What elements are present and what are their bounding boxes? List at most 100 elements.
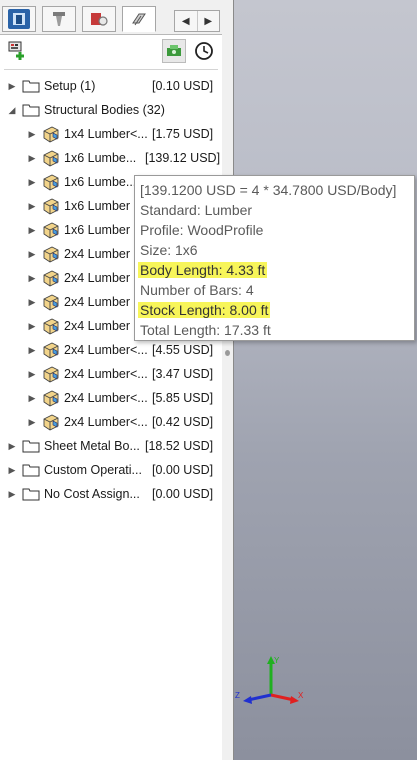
tree-item-body[interactable]: ▶ 2x4 Lumber<... <box>26 338 148 362</box>
panel-splitter[interactable] <box>222 0 234 760</box>
tooltip-line-number-of-bars: Number of Bars: 4 <box>140 280 409 300</box>
expand-arrow-icon[interactable]: ▶ <box>26 393 38 404</box>
triad-z-arrow <box>243 696 252 704</box>
tab-scroll-buttons: ◀ ▶ <box>174 10 220 32</box>
tree-item-body[interactable]: ▶ 1x6 Lumbe... <box>26 146 136 170</box>
tree-item-label: 1x6 Lumbe... <box>64 175 137 189</box>
body-cost-tooltip: [139.1200 USD = 4 * 34.7800 USD/Body] St… <box>134 175 415 341</box>
tree-item-body[interactable]: ▶ 2x4 Lumber <box>26 266 130 290</box>
tooltip-text: Standard: Lumber <box>140 202 253 218</box>
expand-arrow-icon[interactable]: ▶ <box>26 153 38 164</box>
property-manager-tab[interactable] <box>42 6 76 32</box>
configuration-manager-icon <box>88 9 110 29</box>
tree-item-label: 1x6 Lumbe... <box>64 151 137 165</box>
splitter-grip[interactable] <box>225 350 230 356</box>
tree-item-structural-bodies[interactable]: ◢ Structural Bodies (32) <box>6 98 165 122</box>
expand-arrow-icon[interactable]: ▶ <box>26 273 38 284</box>
structural-body-icon <box>42 365 60 383</box>
tree-item-label: 2x4 Lumber <box>64 247 131 261</box>
expand-arrow-icon[interactable]: ▶ <box>6 465 18 476</box>
collapse-arrow-icon[interactable]: ◢ <box>6 105 18 116</box>
tree-item-body[interactable]: ▶ 2x4 Lumber <box>26 290 130 314</box>
tree-item-body[interactable]: ▶ 2x4 Lumber<... <box>26 410 148 434</box>
tooltip-text-highlighted: Body Length: 4.33 ft <box>138 262 268 278</box>
tree-item-body[interactable]: ▶ 2x4 Lumber <box>26 242 130 266</box>
tree-item-body[interactable]: ▶ 1x6 Lumber <box>26 194 130 218</box>
expand-arrow-icon[interactable]: ▶ <box>26 177 38 188</box>
triad-z-label: Z <box>235 691 240 700</box>
expand-arrow-icon[interactable]: ▶ <box>26 201 38 212</box>
expand-arrow-icon[interactable]: ▶ <box>26 297 38 308</box>
tooltip-text: Number of Bars: 4 <box>140 282 254 298</box>
tooltip-line-total-length: Total Length: 17.33 ft <box>140 320 409 340</box>
feature-manager-tab[interactable] <box>2 6 36 32</box>
tooltip-text: Total Length: 17.33 ft <box>140 322 271 338</box>
triad-x-label: X <box>298 691 304 700</box>
graphics-viewport[interactable] <box>233 0 417 760</box>
tree-item-custom-operations[interactable]: ▶ Custom Operati... <box>6 458 142 482</box>
tree-item-price: [1.75 USD] <box>152 127 214 141</box>
expand-arrow-icon[interactable]: ▶ <box>26 321 38 332</box>
scroll-right-button[interactable]: ▶ <box>196 11 220 31</box>
structural-body-icon <box>42 245 60 263</box>
expand-arrow-icon[interactable]: ▶ <box>26 369 38 380</box>
tree-item-label: 2x4 Lumber<... <box>64 415 148 429</box>
folder-icon <box>22 79 40 93</box>
folder-icon <box>22 103 40 117</box>
expand-arrow-icon[interactable]: ▶ <box>26 225 38 236</box>
tooltip-text: Size: 1x6 <box>140 242 198 258</box>
tooltip-line-cost: [139.1200 USD = 4 * 34.7800 USD/Body] <box>140 180 409 200</box>
expand-arrow-icon[interactable]: ▶ <box>26 129 38 140</box>
tree-item-body[interactable]: ▶ 2x4 Lumber<... <box>26 386 148 410</box>
tree-item-price: [5.85 USD] <box>152 391 214 405</box>
tooltip-line-body-length: Body Length: 4.33 ft <box>138 260 409 280</box>
tree-item-price: [139.12 USD] <box>145 151 221 165</box>
expand-arrow-icon[interactable]: ▶ <box>6 441 18 452</box>
expand-arrow-icon[interactable]: ▶ <box>26 345 38 356</box>
expand-arrow-icon[interactable]: ▶ <box>26 249 38 260</box>
tooltip-line-size: Size: 1x6 <box>140 240 409 260</box>
folder-icon <box>22 463 40 477</box>
tree-item-label: 2x4 Lumber <box>64 271 131 285</box>
clock-button[interactable] <box>192 39 216 63</box>
expand-arrow-icon[interactable]: ▶ <box>6 81 18 92</box>
tree-item-body[interactable]: ▶ 2x4 Lumber<... <box>26 362 148 386</box>
structural-body-icon <box>42 413 60 431</box>
structural-body-icon <box>42 173 60 191</box>
tree-item-body[interactable]: ▶ 1x6 Lumber <box>26 218 130 242</box>
toolbar-divider <box>4 69 218 70</box>
tree-item-sheet-metal[interactable]: ▶ Sheet Metal Bo... <box>6 434 140 458</box>
tree-item-label: 1x6 Lumber <box>64 223 131 237</box>
tree-item-label: 2x4 Lumber <box>64 295 131 309</box>
structural-body-icon <box>42 269 60 287</box>
tree-item-label: Custom Operati... <box>44 463 142 477</box>
add-operation-button[interactable] <box>6 40 28 62</box>
tree-item-body[interactable]: ▶ 2x4 Lumber <box>26 314 130 338</box>
property-manager-icon <box>48 9 70 29</box>
tree-item-body[interactable]: ▶ 1x4 Lumber<... <box>26 122 148 146</box>
tree-item-label: Setup (1) <box>44 79 96 93</box>
tree-item-price: [3.47 USD] <box>152 367 214 381</box>
structural-body-icon <box>42 341 60 359</box>
feature-manager-icon <box>8 9 30 29</box>
tree-item-price: [0.00 USD] <box>152 487 214 501</box>
clock-icon <box>195 42 213 60</box>
configuration-manager-tab[interactable] <box>82 6 116 32</box>
tree-item-setup[interactable]: ▶ Setup (1) <box>6 74 96 98</box>
costing-toolbar <box>0 36 222 66</box>
scroll-left-button[interactable]: ◀ <box>175 11 197 31</box>
costing-manager-tab[interactable] <box>122 6 156 32</box>
folder-icon <box>22 439 40 453</box>
tree-item-price: [4.55 USD] <box>152 343 214 357</box>
tree-item-body[interactable]: ▶ 1x6 Lumbe... <box>26 170 136 194</box>
tree-item-label: 2x4 Lumber<... <box>64 343 148 357</box>
expand-arrow-icon[interactable]: ▶ <box>26 417 38 428</box>
tree-item-no-cost-assigned[interactable]: ▶ No Cost Assign... <box>6 482 140 506</box>
structural-body-icon <box>42 317 60 335</box>
tooltip-text: [139.1200 USD = 4 * 34.7800 USD/Body] <box>140 182 397 198</box>
cost-estimate-button[interactable] <box>162 39 186 63</box>
structural-body-icon <box>42 149 60 167</box>
expand-arrow-icon[interactable]: ▶ <box>6 489 18 500</box>
structural-body-icon <box>42 389 60 407</box>
tree-item-label: 2x4 Lumber<... <box>64 391 148 405</box>
